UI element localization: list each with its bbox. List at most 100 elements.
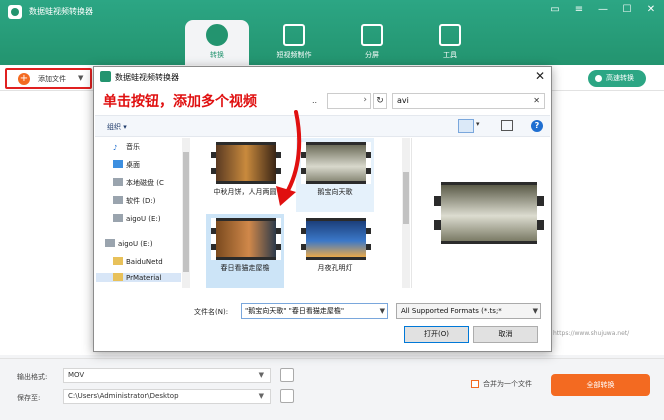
file-name: 春日看猫走屋檐 — [220, 264, 270, 272]
cancel-button[interactable]: 取消 — [473, 326, 538, 343]
app-logo-icon — [100, 71, 111, 82]
folder-icon — [113, 257, 123, 265]
nav-item-music[interactable]: ♪ 音乐 — [113, 142, 140, 152]
tab-convert[interactable]: 转换 — [185, 20, 249, 65]
drive-icon — [113, 196, 123, 204]
view-mode-icon[interactable] — [458, 119, 474, 133]
navigation-scrollbar[interactable] — [182, 138, 190, 288]
add-file-label: 添加文件 — [38, 75, 66, 83]
open-folder-icon[interactable] — [280, 389, 294, 403]
chevron-down-icon[interactable]: ▼ — [78, 74, 83, 82]
video-thumbnail — [211, 218, 281, 260]
file-name-input[interactable]: "鹅宝向天歌" "春日看猫走屋檐" ▼ — [241, 303, 388, 319]
dialog-titlebar: 数据蛙视频转换器 ✕ — [94, 67, 551, 87]
nav-item-local-disk[interactable]: 本地磁盘 (C — [113, 178, 164, 188]
nav-item-software-disk[interactable]: 软件 (D:) — [113, 196, 155, 206]
feedback-icon[interactable]: ▭ — [548, 3, 562, 17]
navigation-pane: ♪ 音乐 桌面 本地磁盘 (C 软件 (D:) aigoU (E:) aigoU … — [95, 138, 190, 288]
preview-thumbnail — [434, 182, 544, 244]
chevron-down-icon: ▼ — [532, 304, 538, 318]
app-header: 数据蛙视频转换器 ▭ ≡ — ☐ ✕ 转换 短视频制作 分屏 工具 — [0, 0, 664, 65]
output-format-select[interactable]: MOV ▼ — [63, 368, 271, 383]
chevron-down-icon[interactable]: ▾ — [476, 120, 480, 128]
video-thumbnail — [301, 218, 371, 260]
file-type-value: All Supported Formats (*.ts;* — [401, 307, 502, 315]
tab-split-screen-label: 分屏 — [365, 51, 379, 59]
chevron-down-icon[interactable]: › — [363, 95, 367, 105]
add-file-button[interactable]: + 添加文件 ▼ — [5, 68, 92, 89]
nav-item-label: PrMaterial — [126, 274, 162, 282]
chevron-down-icon: ▼ — [258, 392, 264, 400]
tab-tools-label: 工具 — [443, 51, 457, 59]
split-screen-icon — [361, 24, 383, 46]
video-thumbnail — [301, 142, 371, 184]
refresh-icon[interactable]: ↻ — [373, 93, 387, 109]
file-grid-scrollbar[interactable] — [402, 138, 410, 288]
tab-short-video-label: 短视频制作 — [276, 51, 312, 59]
tab-split-screen[interactable]: 分屏 — [340, 20, 404, 65]
merge-checkbox[interactable] — [471, 380, 479, 388]
nav-item-prmaterial[interactable]: PrMaterial — [96, 273, 181, 282]
window-controls: ▭ ≡ — ☐ ✕ — [548, 3, 658, 17]
tab-short-video[interactable]: 短视频制作 — [262, 20, 326, 65]
minimize-icon[interactable]: — — [596, 3, 610, 17]
address-bar[interactable]: › — [327, 93, 371, 109]
file-item[interactable]: 春日看猫走屋檐 — [206, 214, 284, 288]
tab-tools[interactable]: 工具 — [418, 20, 482, 65]
file-item[interactable]: 月夜孔明灯 — [296, 214, 374, 288]
nav-item-baidunetdisk[interactable]: BaiduNetd — [113, 257, 163, 266]
nav-item-label: 桌面 — [126, 161, 140, 169]
toolbox-icon — [439, 24, 461, 46]
chevron-down-icon[interactable]: ▼ — [379, 304, 385, 318]
close-icon[interactable]: ✕ — [535, 69, 545, 83]
file-open-dialog: 数据蛙视频转换器 ✕ 单击按钮，添加多个视频 .. › ↻ avi ✕ 组织 ▾… — [93, 66, 552, 352]
open-button[interactable]: 打开(O) — [404, 326, 469, 343]
music-icon: ♪ — [113, 144, 118, 152]
search-input[interactable]: avi ✕ — [392, 93, 545, 109]
merge-label: 合并为一个文件 — [483, 380, 532, 388]
menu-icon[interactable]: ≡ — [572, 3, 586, 17]
annotation-text: 单击按钮，添加多个视频 — [103, 94, 257, 110]
nav-item-label: 软件 (D:) — [126, 197, 156, 205]
save-to-select[interactable]: C:\Users\Administrator\Desktop ▼ — [63, 389, 271, 404]
nav-item-label: 音乐 — [126, 143, 140, 151]
file-name: 月夜孔明灯 — [317, 264, 353, 272]
convert-icon — [206, 24, 228, 46]
annotation-arrow-icon — [276, 110, 302, 206]
organize-label: 组织 — [107, 123, 121, 131]
nav-item-aigou[interactable]: aigoU (E:) — [113, 214, 161, 223]
search-value: avi — [397, 96, 409, 105]
drive-icon — [113, 178, 123, 186]
nav-item-aigou-usb[interactable]: aigoU (E:) — [105, 239, 153, 248]
nav-item-desktop[interactable]: 桌面 — [113, 160, 140, 170]
scrollbar-thumb[interactable] — [183, 152, 189, 272]
output-format-label: 输出格式: — [17, 373, 48, 381]
file-name-label: 文件名(N): — [194, 308, 229, 316]
scrollbar-thumb[interactable] — [403, 172, 409, 224]
folder-icon — [113, 273, 123, 281]
chevron-down-icon: ▼ — [258, 371, 264, 379]
save-to-label: 保存至: — [17, 394, 41, 402]
nav-item-label: 本地磁盘 (C — [126, 179, 164, 187]
preview-pane-icon[interactable] — [501, 120, 513, 131]
desktop-icon — [113, 160, 123, 168]
breadcrumb[interactable]: .. — [312, 96, 317, 105]
nav-item-label: aigoU (E:) — [118, 240, 153, 248]
organize-menu[interactable]: 组织 ▾ — [107, 122, 127, 132]
watermark: https://www.shujuwa.net/ — [553, 330, 630, 337]
dialog-command-bar: 组织 ▾ ▾ ? — [95, 115, 550, 137]
help-icon[interactable]: ? — [531, 120, 543, 132]
close-icon[interactable]: ✕ — [644, 3, 658, 17]
file-type-select[interactable]: All Supported Formats (*.ts;* ▼ — [396, 303, 541, 319]
convert-all-button[interactable]: 全部转换 — [551, 374, 650, 396]
plus-icon: + — [18, 73, 30, 85]
app-title: 数据蛙视频转换器 — [29, 7, 93, 16]
output-format-value: MOV — [68, 371, 85, 379]
format-settings-icon[interactable] — [280, 368, 294, 382]
maximize-icon[interactable]: ☐ — [620, 3, 634, 17]
high-speed-convert-button[interactable]: 高速转换 — [588, 70, 646, 87]
nav-item-label: aigoU (E:) — [126, 215, 161, 223]
preview-pane — [411, 138, 550, 288]
clear-search-icon[interactable]: ✕ — [533, 94, 540, 108]
usb-drive-icon — [105, 239, 115, 247]
